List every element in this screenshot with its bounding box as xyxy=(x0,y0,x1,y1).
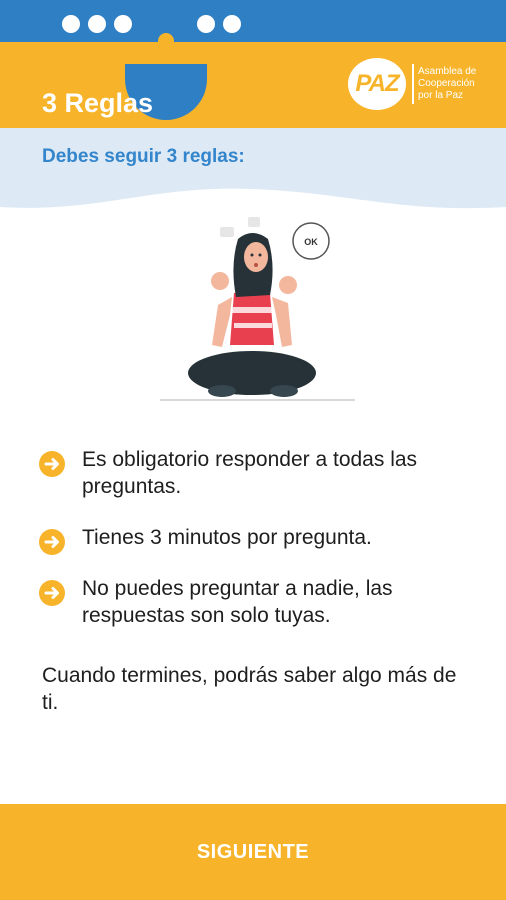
dot xyxy=(197,15,215,33)
rule-item: Tienes 3 minutos por pregunta. xyxy=(38,524,478,555)
rule-item: No puedes preguntar a nadie, las respues… xyxy=(38,575,478,629)
logo-text: Asamblea de Cooperación por la Paz xyxy=(418,66,498,102)
rule-text: Es obligatorio responder a todas las pre… xyxy=(82,448,418,498)
dot xyxy=(223,15,241,33)
closing-text: Cuando termines, podrás saber algo más d… xyxy=(42,664,457,714)
rule-text: Tienes 3 minutos por pregunta. xyxy=(82,526,372,549)
meditating-woman-illustration: OK xyxy=(160,217,355,401)
dot xyxy=(62,15,80,33)
decorative-dots-left xyxy=(62,15,132,33)
logo-text-line: por la Paz xyxy=(418,90,464,101)
rules-list: Es obligatorio responder a todas las pre… xyxy=(38,446,478,653)
logo-divider xyxy=(412,64,414,104)
dot xyxy=(114,15,132,33)
rule-text: No puedes preguntar a nadie, las respues… xyxy=(82,577,393,627)
arrow-right-icon xyxy=(39,529,65,555)
logo-mark: PAZ xyxy=(348,58,406,110)
arrow-right-icon xyxy=(39,580,65,606)
logo-text-line: Asamblea de xyxy=(418,66,477,77)
rule-item: Es obligatorio responder a todas las pre… xyxy=(38,446,478,500)
decorative-dots-right xyxy=(197,15,241,33)
next-button-label: SIGUIENTE xyxy=(196,840,310,863)
logo-text-line: Cooperación xyxy=(418,78,475,89)
ok-bubble-text: OK xyxy=(304,237,318,247)
page-title: 3 Reglas xyxy=(42,88,154,118)
subheader-text: Debes seguir 3 reglas: xyxy=(42,146,245,167)
dot xyxy=(88,15,106,33)
next-button[interactable]: SIGUIENTE xyxy=(0,804,506,900)
top-bar xyxy=(0,0,506,42)
notch-dot xyxy=(158,33,174,49)
logo: PAZ Asamblea de Cooperación por la Paz xyxy=(348,56,498,114)
arrow-right-icon xyxy=(39,451,65,477)
